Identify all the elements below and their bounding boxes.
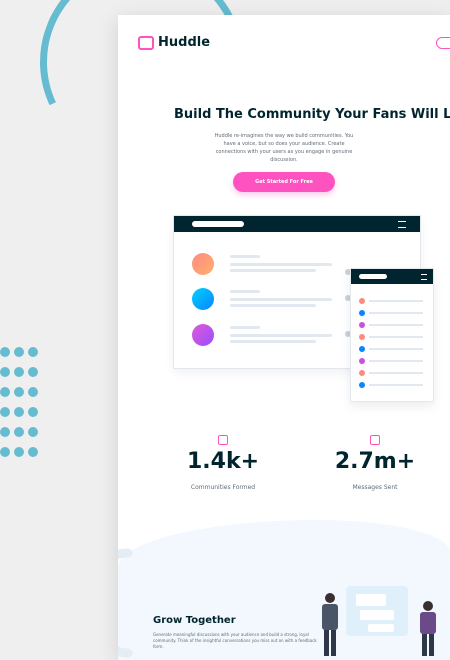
stat-label: Messages Sent (352, 484, 398, 491)
stat-messages: 2.7m+ Messages Sent (330, 435, 420, 491)
hero-section: Build The Community Your Fans Will Love … (118, 107, 450, 192)
stat-value: 2.7m+ (334, 449, 416, 474)
landing-page: Huddle Build The Community Your Fans Wil… (118, 15, 450, 660)
menu-icon (398, 221, 406, 228)
feature-grow-together: Grow Together Generate meaningful discus… (153, 615, 323, 650)
hero-title: Build The Community Your Fans Will Love (174, 107, 450, 122)
people-illustration (322, 586, 436, 656)
decorative-dots (0, 347, 46, 467)
try-it-free-button[interactable] (436, 37, 450, 49)
communities-icon (218, 435, 228, 445)
logo-text: Huddle (158, 35, 211, 50)
stat-value: 1.4k+ (186, 449, 260, 474)
stat-label: Communities Formed (190, 484, 256, 491)
hero-description: Huddle re-imagines the way we build comm… (214, 133, 354, 163)
get-started-button[interactable]: Get Started For Free (233, 172, 335, 192)
feature-title: Grow Together (153, 615, 236, 626)
logo[interactable]: Huddle (138, 35, 450, 50)
menu-icon (421, 274, 427, 280)
site-header: Huddle (138, 35, 450, 55)
feature-description: Generate meaningful discussions with you… (153, 632, 317, 649)
messages-icon (370, 435, 380, 445)
mobile-mockup-illustration (350, 268, 434, 402)
chat-bubble-icon (138, 35, 154, 50)
stat-communities: 1.4k+ Communities Formed (178, 435, 268, 491)
